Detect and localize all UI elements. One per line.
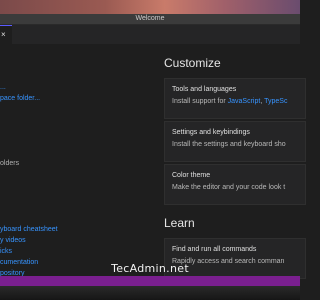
help-link-tips-and-tricks[interactable]: icks xyxy=(0,248,12,255)
recent-folders-text: olders xyxy=(0,160,20,167)
javascript-link[interactable]: JavaScript xyxy=(228,98,261,105)
customize-heading: Customize xyxy=(164,56,221,70)
welcome-page: ... pace folder... olders yboard cheatsh… xyxy=(0,44,306,279)
help-link-keyboard-cheatsheet[interactable]: yboard cheatsheet xyxy=(0,226,58,233)
card-description: Make the editor and your code look t xyxy=(172,184,286,191)
learn-heading: Learn xyxy=(164,216,195,230)
status-bar xyxy=(0,276,300,286)
start-link-add-workspace-folder[interactable]: pace folder... xyxy=(0,95,40,102)
close-icon[interactable]: × xyxy=(1,30,6,40)
desktop-dock xyxy=(0,286,300,300)
card-description: Install the settings and keyboard sho xyxy=(172,141,286,148)
card-tools-and-languages[interactable]: Tools and languages Install support for … xyxy=(164,78,306,119)
card-title: Color theme xyxy=(172,172,211,179)
card-title: Settings and keybindings xyxy=(172,129,250,136)
window-titlebar: Welcome xyxy=(0,14,300,25)
tab-bar: × xyxy=(0,25,300,45)
start-link-open-folder[interactable]: ... xyxy=(0,84,6,91)
start-column: ... pace folder... olders yboard cheatsh… xyxy=(0,44,150,277)
tab-welcome[interactable]: × xyxy=(0,25,12,45)
watermark-text: TecAdmin.net xyxy=(111,262,189,275)
desktop-wallpaper xyxy=(0,0,300,14)
window-title: Welcome xyxy=(135,15,165,22)
card-title: Find and run all commands xyxy=(172,246,257,253)
card-color-theme[interactable]: Color theme Make the editor and your cod… xyxy=(164,164,306,205)
typescript-link[interactable]: TypeSc xyxy=(264,98,287,105)
help-link-videos[interactable]: y videos xyxy=(0,237,26,244)
card-title: Tools and languages xyxy=(172,86,237,93)
card-settings-and-keybindings[interactable]: Settings and keybindings Install the set… xyxy=(164,121,306,162)
card-description: Install support for JavaScript, TypeSc xyxy=(172,98,288,105)
